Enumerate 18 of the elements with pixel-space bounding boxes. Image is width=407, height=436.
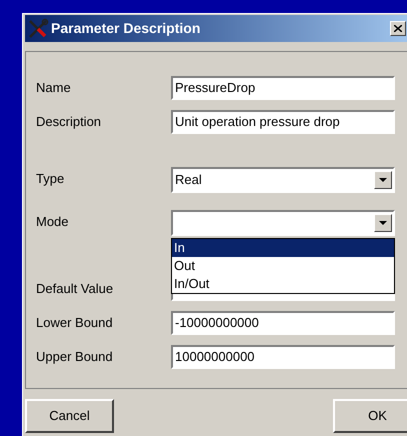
dropdown-option[interactable]: In/Out <box>172 275 394 293</box>
cancel-button[interactable]: Cancel <box>25 399 114 433</box>
input-field[interactable]: Unit operation pressure drop <box>171 110 395 134</box>
field-label: Name <box>36 79 72 97</box>
ok-button[interactable]: OK <box>333 399 407 433</box>
dropdown-option[interactable]: In <box>172 239 394 257</box>
input-field[interactable]: -10000000000 <box>171 311 395 335</box>
field-label: Upper Bound <box>36 348 114 366</box>
field-label: Type <box>36 170 66 188</box>
input-field[interactable]: PressureDrop <box>171 76 395 100</box>
input-field[interactable]: 10000000000 <box>171 345 395 369</box>
combo-box[interactable]: Real <box>171 167 395 193</box>
field-label: Description <box>36 113 102 131</box>
field-label: Default Value <box>36 280 114 298</box>
window-title: Parameter Description <box>51 19 202 38</box>
field-label: Lower Bound <box>36 314 114 332</box>
field-label: Mode <box>36 213 70 231</box>
dropdown-option[interactable]: Out <box>172 257 394 275</box>
